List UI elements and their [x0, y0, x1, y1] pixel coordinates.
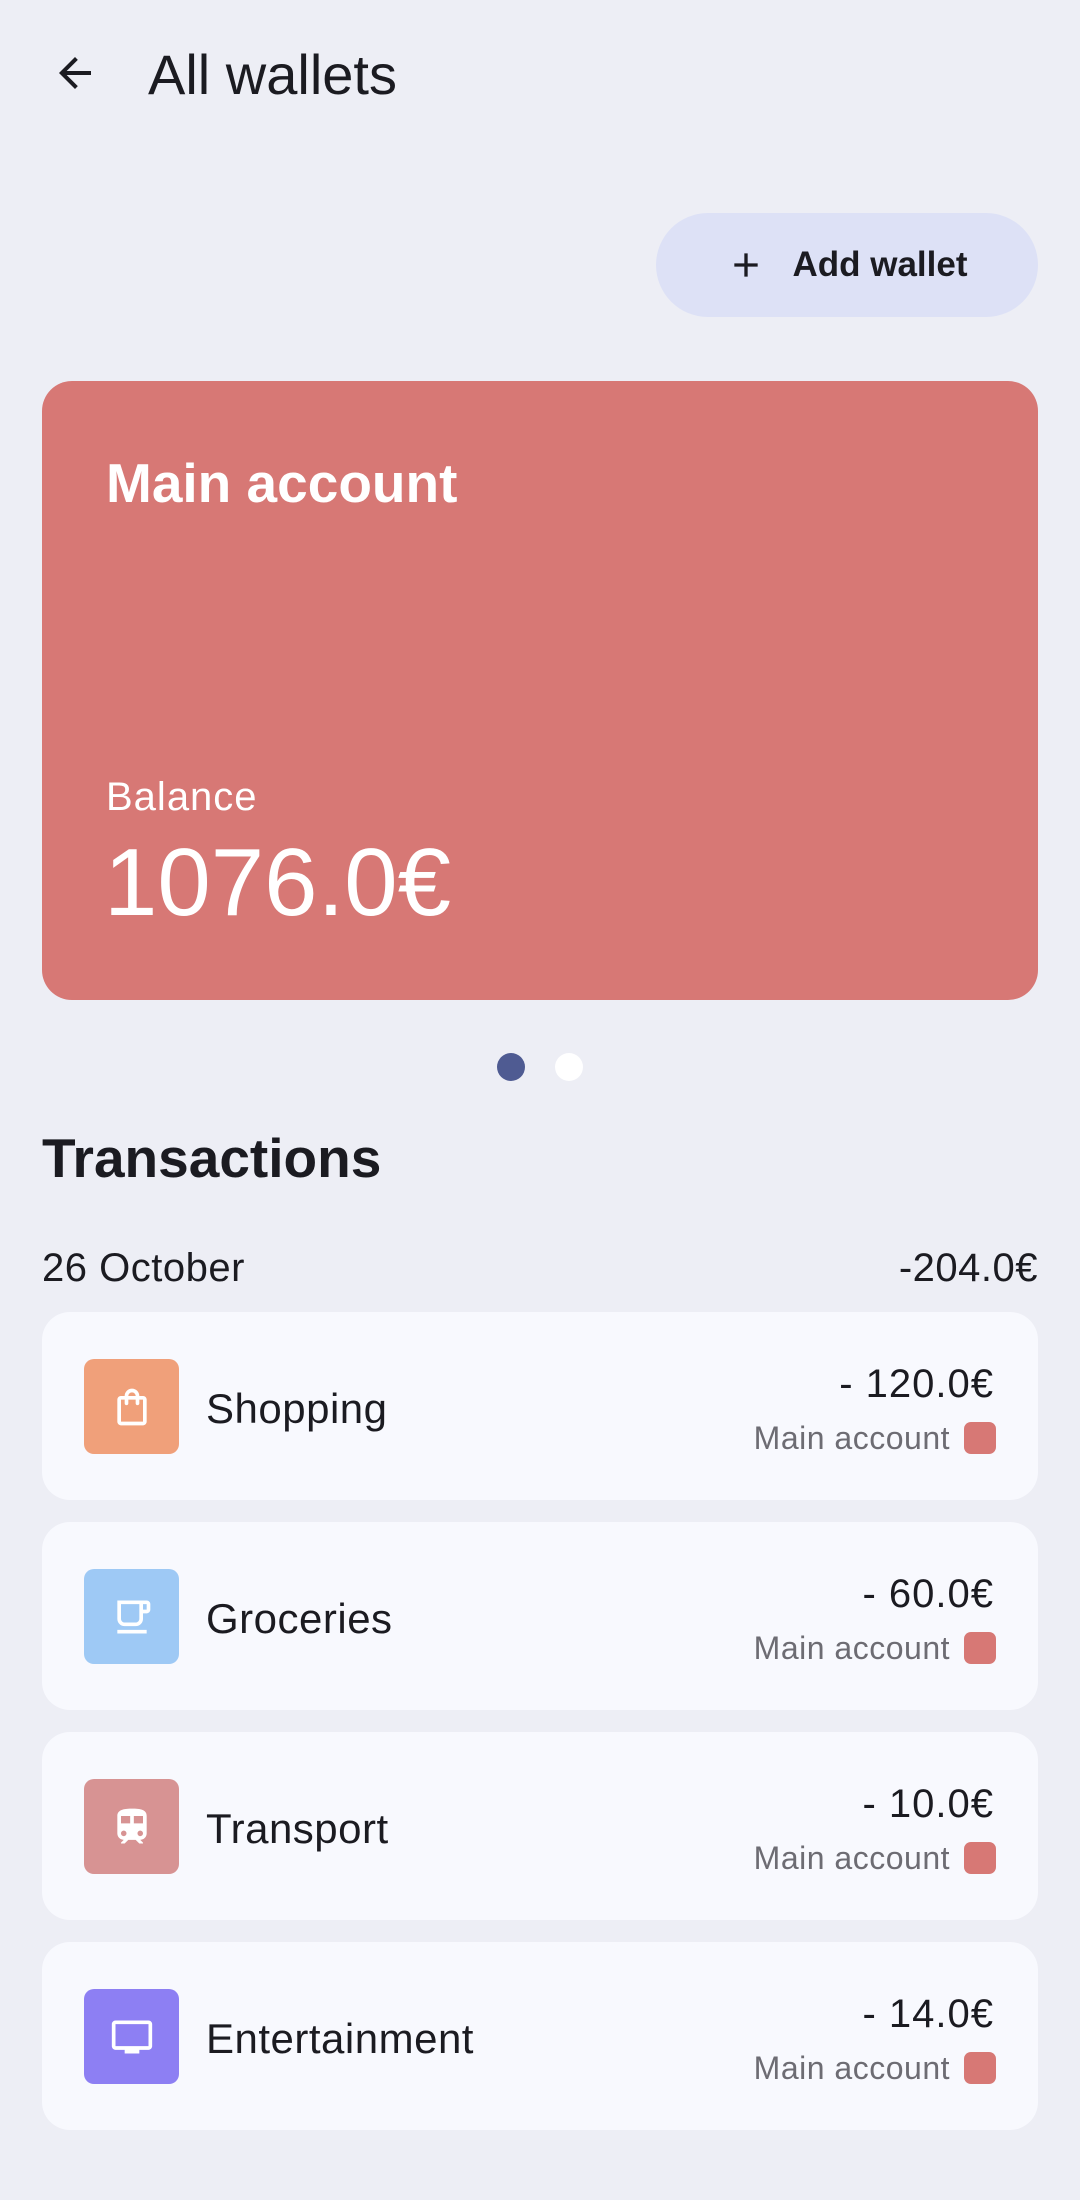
transaction-amount: - 120.0€	[839, 1362, 994, 1406]
account-color-swatch	[964, 1422, 996, 1454]
wallet-name: Main account	[106, 452, 458, 514]
transaction-category: Entertainment	[206, 2015, 474, 2062]
transaction-account: Main account	[754, 1838, 996, 1878]
balance-value: 1076.0€	[104, 829, 452, 936]
account-color-swatch	[964, 2052, 996, 2084]
transaction-item[interactable]: Shopping - 120.0€ Main account	[42, 1312, 1038, 1500]
account-name: Main account	[753, 2049, 950, 2086]
category-icon-box	[84, 1779, 179, 1874]
transaction-item[interactable]: Entertainment - 14.0€ Main account	[42, 1942, 1038, 2130]
transaction-category: Shopping	[206, 1385, 388, 1432]
arrow-back-icon	[59, 57, 91, 89]
add-wallet-label: Add wallet	[792, 245, 968, 284]
transaction-date: 26 October	[42, 1245, 245, 1290]
transaction-amount: - 10.0€	[862, 1782, 994, 1826]
top-app-bar: All wallets	[0, 0, 1080, 152]
transaction-item[interactable]: Transport - 10.0€ Main account	[42, 1732, 1038, 1920]
transaction-category: Groceries	[206, 1595, 393, 1642]
transactions-title: Transactions	[42, 1127, 382, 1189]
wallet-pager	[0, 1053, 1080, 1081]
transaction-amount: - 60.0€	[862, 1572, 994, 1616]
account-color-swatch	[964, 1842, 996, 1874]
cup-icon	[116, 1600, 150, 1633]
shopping-bag-icon	[116, 1388, 147, 1425]
train-icon	[116, 1808, 147, 1843]
transaction-item[interactable]: Groceries - 60.0€ Main account	[42, 1522, 1038, 1710]
transaction-day-total: -204.0€	[898, 1245, 1038, 1290]
add-wallet-button[interactable]: Add wallet	[656, 213, 1038, 317]
account-color-swatch	[964, 1632, 996, 1664]
transaction-list: Shopping - 120.0€ Main account Groceries…	[42, 1312, 1038, 2152]
account-name: Main account	[753, 1629, 950, 1666]
account-name: Main account	[753, 1419, 950, 1456]
plus-icon	[734, 253, 759, 277]
category-icon-box	[84, 1989, 179, 2084]
pager-dot[interactable]	[555, 1053, 583, 1081]
balance-label: Balance	[106, 775, 258, 819]
transaction-account: Main account	[754, 1418, 996, 1458]
category-icon-box	[84, 1359, 179, 1454]
transaction-date-header: 26 October -204.0€	[42, 1244, 1038, 1292]
transaction-amount: - 14.0€	[862, 1992, 994, 2036]
page-title: All wallets	[148, 43, 397, 106]
tv-icon	[111, 2020, 152, 2053]
transaction-category: Transport	[206, 1805, 389, 1852]
pager-dot-active[interactable]	[497, 1053, 525, 1081]
account-name: Main account	[753, 1839, 950, 1876]
transaction-account: Main account	[754, 2048, 996, 2088]
category-icon-box	[84, 1569, 179, 1664]
wallet-card[interactable]: Main account Balance 1076.0€	[42, 381, 1038, 1000]
back-button[interactable]	[42, 40, 108, 106]
transaction-account: Main account	[754, 1628, 996, 1668]
